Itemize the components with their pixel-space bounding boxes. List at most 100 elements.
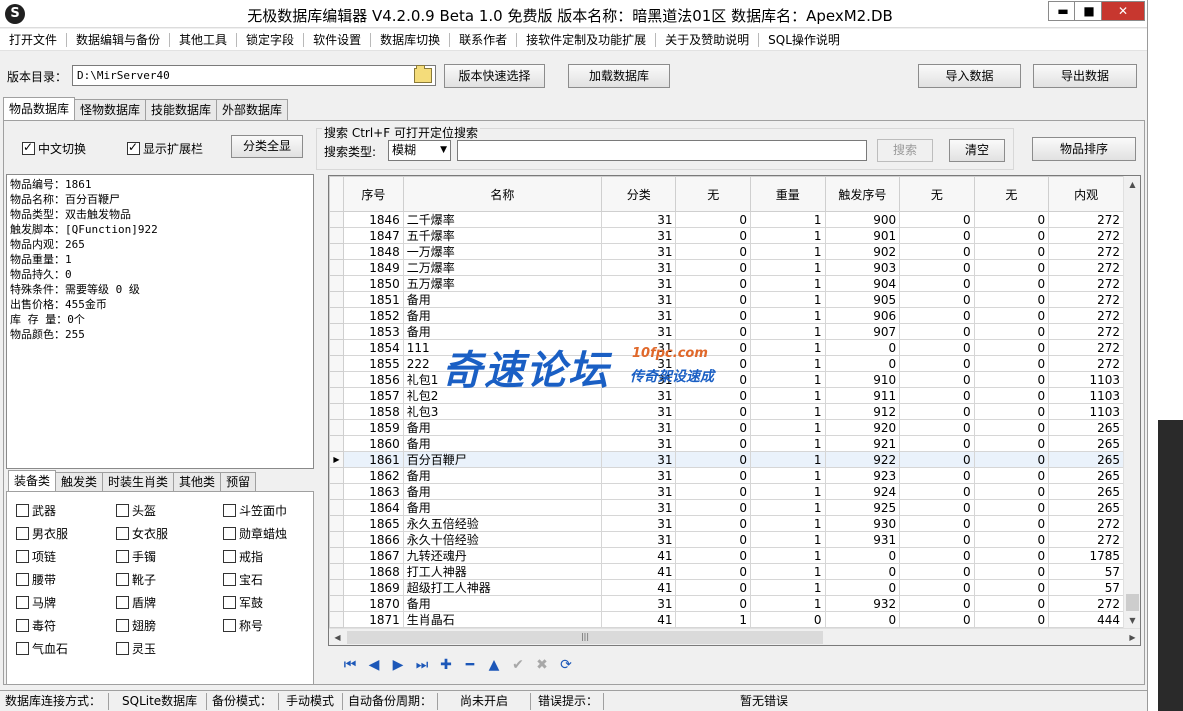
table-row[interactable]: 1865 永久五倍经验 31 0 1 930 0 0 272	[329, 515, 1124, 532]
grid-cell[interactable]: 1855	[342, 355, 404, 372]
table-row[interactable]: 1864 备用 31 0 1 925 0 0 265	[329, 499, 1124, 516]
grid-cell[interactable]: 0	[899, 323, 975, 340]
grid-cell[interactable]: 0	[899, 467, 975, 484]
checkbox-icon[interactable]	[223, 573, 236, 586]
last-icon[interactable]: ⏭	[410, 655, 434, 675]
grid-cell[interactable]: 0	[899, 419, 975, 436]
grid-cell[interactable]: 265	[1048, 467, 1124, 484]
menu-item[interactable]: 关于及赞助说明	[656, 30, 758, 50]
grid-cell[interactable]: 0	[675, 483, 751, 500]
grid-cell[interactable]: 0	[973, 211, 1050, 228]
grid-cell[interactable]: 0	[973, 227, 1050, 244]
category-checkbox[interactable]: 手镯	[116, 548, 156, 565]
grid-cell[interactable]: 31	[600, 419, 677, 436]
category-checkbox[interactable]: 毒符	[16, 617, 56, 634]
item-grid[interactable]: 序号 名称 分类无重量 触发序号无无内观 1846 二千爆率 31 0 1 900 0 0 272 18…	[328, 175, 1141, 646]
grid-cell[interactable]: 0	[675, 291, 751, 308]
grid-cell[interactable]: 打工人神器	[402, 563, 602, 580]
grid-cell[interactable]: 0	[973, 451, 1050, 468]
grid-column-header[interactable]: 无	[675, 176, 751, 212]
grid-cell[interactable]: 0	[675, 547, 751, 564]
grid-cell[interactable]: 57	[1048, 563, 1124, 580]
grid-column-header[interactable]: 名称	[402, 176, 602, 212]
category-tab[interactable]: 时装生肖类	[102, 472, 175, 491]
table-row[interactable]: 1846 二千爆率 31 0 1 900 0 0 272	[329, 211, 1124, 228]
grid-cell[interactable]: 1868	[342, 563, 404, 580]
checkbox-icon[interactable]	[223, 619, 236, 632]
category-checkbox[interactable]: 称号	[223, 617, 263, 634]
grid-cell[interactable]: 0	[675, 243, 751, 260]
menu-item[interactable]: 软件设置	[304, 30, 370, 50]
show-ext-checkbox[interactable]: 显示扩展栏	[127, 140, 203, 157]
grid-cell[interactable]: 九转还魂丹	[402, 547, 602, 564]
grid-cell[interactable]: 1	[750, 467, 826, 484]
grid-cell[interactable]: 0	[675, 451, 751, 468]
grid-cell[interactable]: 1	[750, 355, 826, 372]
grid-cell[interactable]: 31	[600, 243, 677, 260]
grid-cell[interactable]: 0	[824, 579, 901, 596]
grid-cell[interactable]: 0	[899, 291, 975, 308]
grid-cell[interactable]: 925	[824, 499, 901, 516]
grid-cell[interactable]: 1103	[1048, 387, 1124, 404]
grid-cell[interactable]: 265	[1048, 451, 1124, 468]
table-row[interactable]: 1863 备用 31 0 1 924 0 0 265	[329, 483, 1124, 500]
grid-cell[interactable]: 903	[824, 259, 901, 276]
search-input[interactable]	[457, 140, 867, 161]
category-checkbox[interactable]: 盾牌	[116, 594, 156, 611]
grid-cell[interactable]: 1	[750, 547, 826, 564]
grid-cell[interactable]: 31	[600, 451, 677, 468]
grid-cell[interactable]: 272	[1048, 227, 1124, 244]
checkbox-icon[interactable]	[223, 596, 236, 609]
folder-icon[interactable]	[414, 65, 432, 83]
chevron-down-icon[interactable]: ▼	[440, 141, 447, 160]
grid-cell[interactable]: 一万爆率	[402, 243, 602, 260]
grid-cell[interactable]: 930	[824, 515, 901, 532]
table-row[interactable]: 1870 备用 31 0 1 932 0 0 272	[329, 595, 1124, 612]
grid-cell[interactable]: 0	[973, 387, 1050, 404]
grid-cell[interactable]: 31	[600, 291, 677, 308]
cancel-icon[interactable]: ✖	[530, 655, 554, 675]
scroll-right-icon[interactable]: ▶	[1124, 629, 1140, 645]
grid-cell[interactable]: 0	[899, 339, 975, 356]
menu-item[interactable]: 联系作者	[450, 30, 516, 50]
grid-cell[interactable]: 265	[1048, 435, 1124, 452]
grid-cell[interactable]: 31	[600, 499, 677, 516]
grid-cell[interactable]: 0	[973, 499, 1050, 516]
table-row[interactable]: 1869 超级打工人神器 41 0 1 0 0 0 57	[329, 579, 1124, 596]
grid-cell[interactable]: 1	[750, 451, 826, 468]
menu-item[interactable]: 锁定字段	[237, 30, 303, 50]
prior-icon[interactable]: ◀	[362, 655, 386, 675]
grid-cell[interactable]: 1	[750, 227, 826, 244]
grid-cell[interactable]: 272	[1048, 211, 1124, 228]
directory-input[interactable]: D:\MirServer40	[72, 65, 436, 86]
scroll-up-icon[interactable]: ▲	[1124, 176, 1140, 193]
grid-cell[interactable]: 0	[973, 483, 1050, 500]
grid-cell[interactable]: 备用	[402, 499, 602, 516]
edit-icon[interactable]: ▲	[482, 655, 506, 675]
category-checkbox[interactable]: 勋章蜡烛	[223, 525, 287, 542]
checkbox-icon[interactable]	[16, 619, 29, 632]
grid-cell[interactable]: 超级打工人神器	[402, 579, 602, 596]
grid-cell[interactable]: 0	[899, 243, 975, 260]
grid-cell[interactable]: 永久十倍经验	[402, 531, 602, 548]
grid-cell[interactable]: 1869	[342, 579, 404, 596]
category-checkbox[interactable]: 翅膀	[116, 617, 156, 634]
grid-cell[interactable]: 备用	[402, 595, 602, 612]
grid-column-header[interactable]: 无	[899, 176, 975, 212]
menu-item[interactable]: SQL操作说明	[759, 30, 849, 50]
tab-items[interactable]: 物品数据库	[3, 97, 76, 120]
grid-cell[interactable]: 272	[1048, 355, 1124, 372]
search-type-select[interactable]: 模糊 ▼	[388, 140, 451, 161]
grid-cell[interactable]: 1865	[342, 515, 404, 532]
grid-cell[interactable]: 1867	[342, 547, 404, 564]
grid-cell[interactable]: 1870	[342, 595, 404, 612]
grid-cell[interactable]: 0	[973, 339, 1050, 356]
search-button[interactable]: 搜索	[877, 139, 933, 162]
grid-cell[interactable]: 0	[899, 547, 975, 564]
table-row[interactable]: 1871 生肖晶石 41 1 0 0 0 0 444	[329, 611, 1124, 628]
table-row[interactable]: 1867 九转还魂丹 41 0 1 0 0 0 1785	[329, 547, 1124, 564]
checkbox-icon[interactable]	[116, 573, 129, 586]
grid-cell[interactable]: 0	[899, 611, 975, 628]
category-checkbox[interactable]: 马牌	[16, 594, 56, 611]
grid-cell[interactable]: 31	[600, 435, 677, 452]
